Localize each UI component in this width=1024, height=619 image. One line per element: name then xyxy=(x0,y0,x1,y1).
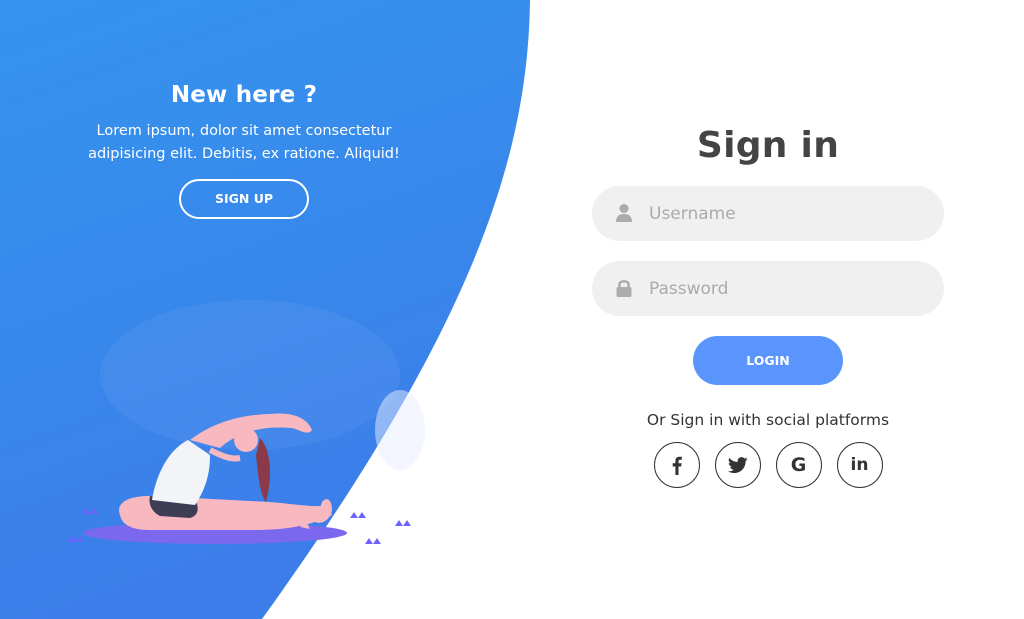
login-button[interactable]: LOGIN xyxy=(693,336,843,385)
social-media: G in xyxy=(592,442,944,488)
panel-title: New here ? xyxy=(170,82,318,108)
facebook-button[interactable] xyxy=(653,442,700,488)
signup-panel: New here ? Lorem ipsum, dolor sit amet c… xyxy=(60,82,428,219)
user-icon xyxy=(616,204,632,222)
panel-text: Lorem ipsum, dolor sit amet consectetur … xyxy=(88,123,400,162)
linkedin-icon: in xyxy=(850,455,869,475)
password-field[interactable] xyxy=(592,261,944,316)
facebook-icon xyxy=(672,456,682,475)
twitter-button[interactable] xyxy=(714,442,761,488)
password-input[interactable] xyxy=(649,261,929,316)
username-input[interactable] xyxy=(649,186,929,241)
sign-in-form: Sign in LOGIN Or Sign in with social pla… xyxy=(592,125,944,488)
yoga-illustration xyxy=(68,300,425,544)
linkedin-button[interactable]: in xyxy=(836,442,883,488)
social-text: Or Sign in with social platforms xyxy=(646,411,890,429)
username-field[interactable] xyxy=(592,186,944,241)
google-button[interactable]: G xyxy=(775,442,822,488)
lock-icon xyxy=(616,280,632,297)
twitter-icon xyxy=(727,456,748,473)
sign-up-button[interactable]: SIGN UP xyxy=(179,179,309,219)
form-title: Sign in xyxy=(696,125,840,166)
google-icon: G xyxy=(790,454,807,476)
